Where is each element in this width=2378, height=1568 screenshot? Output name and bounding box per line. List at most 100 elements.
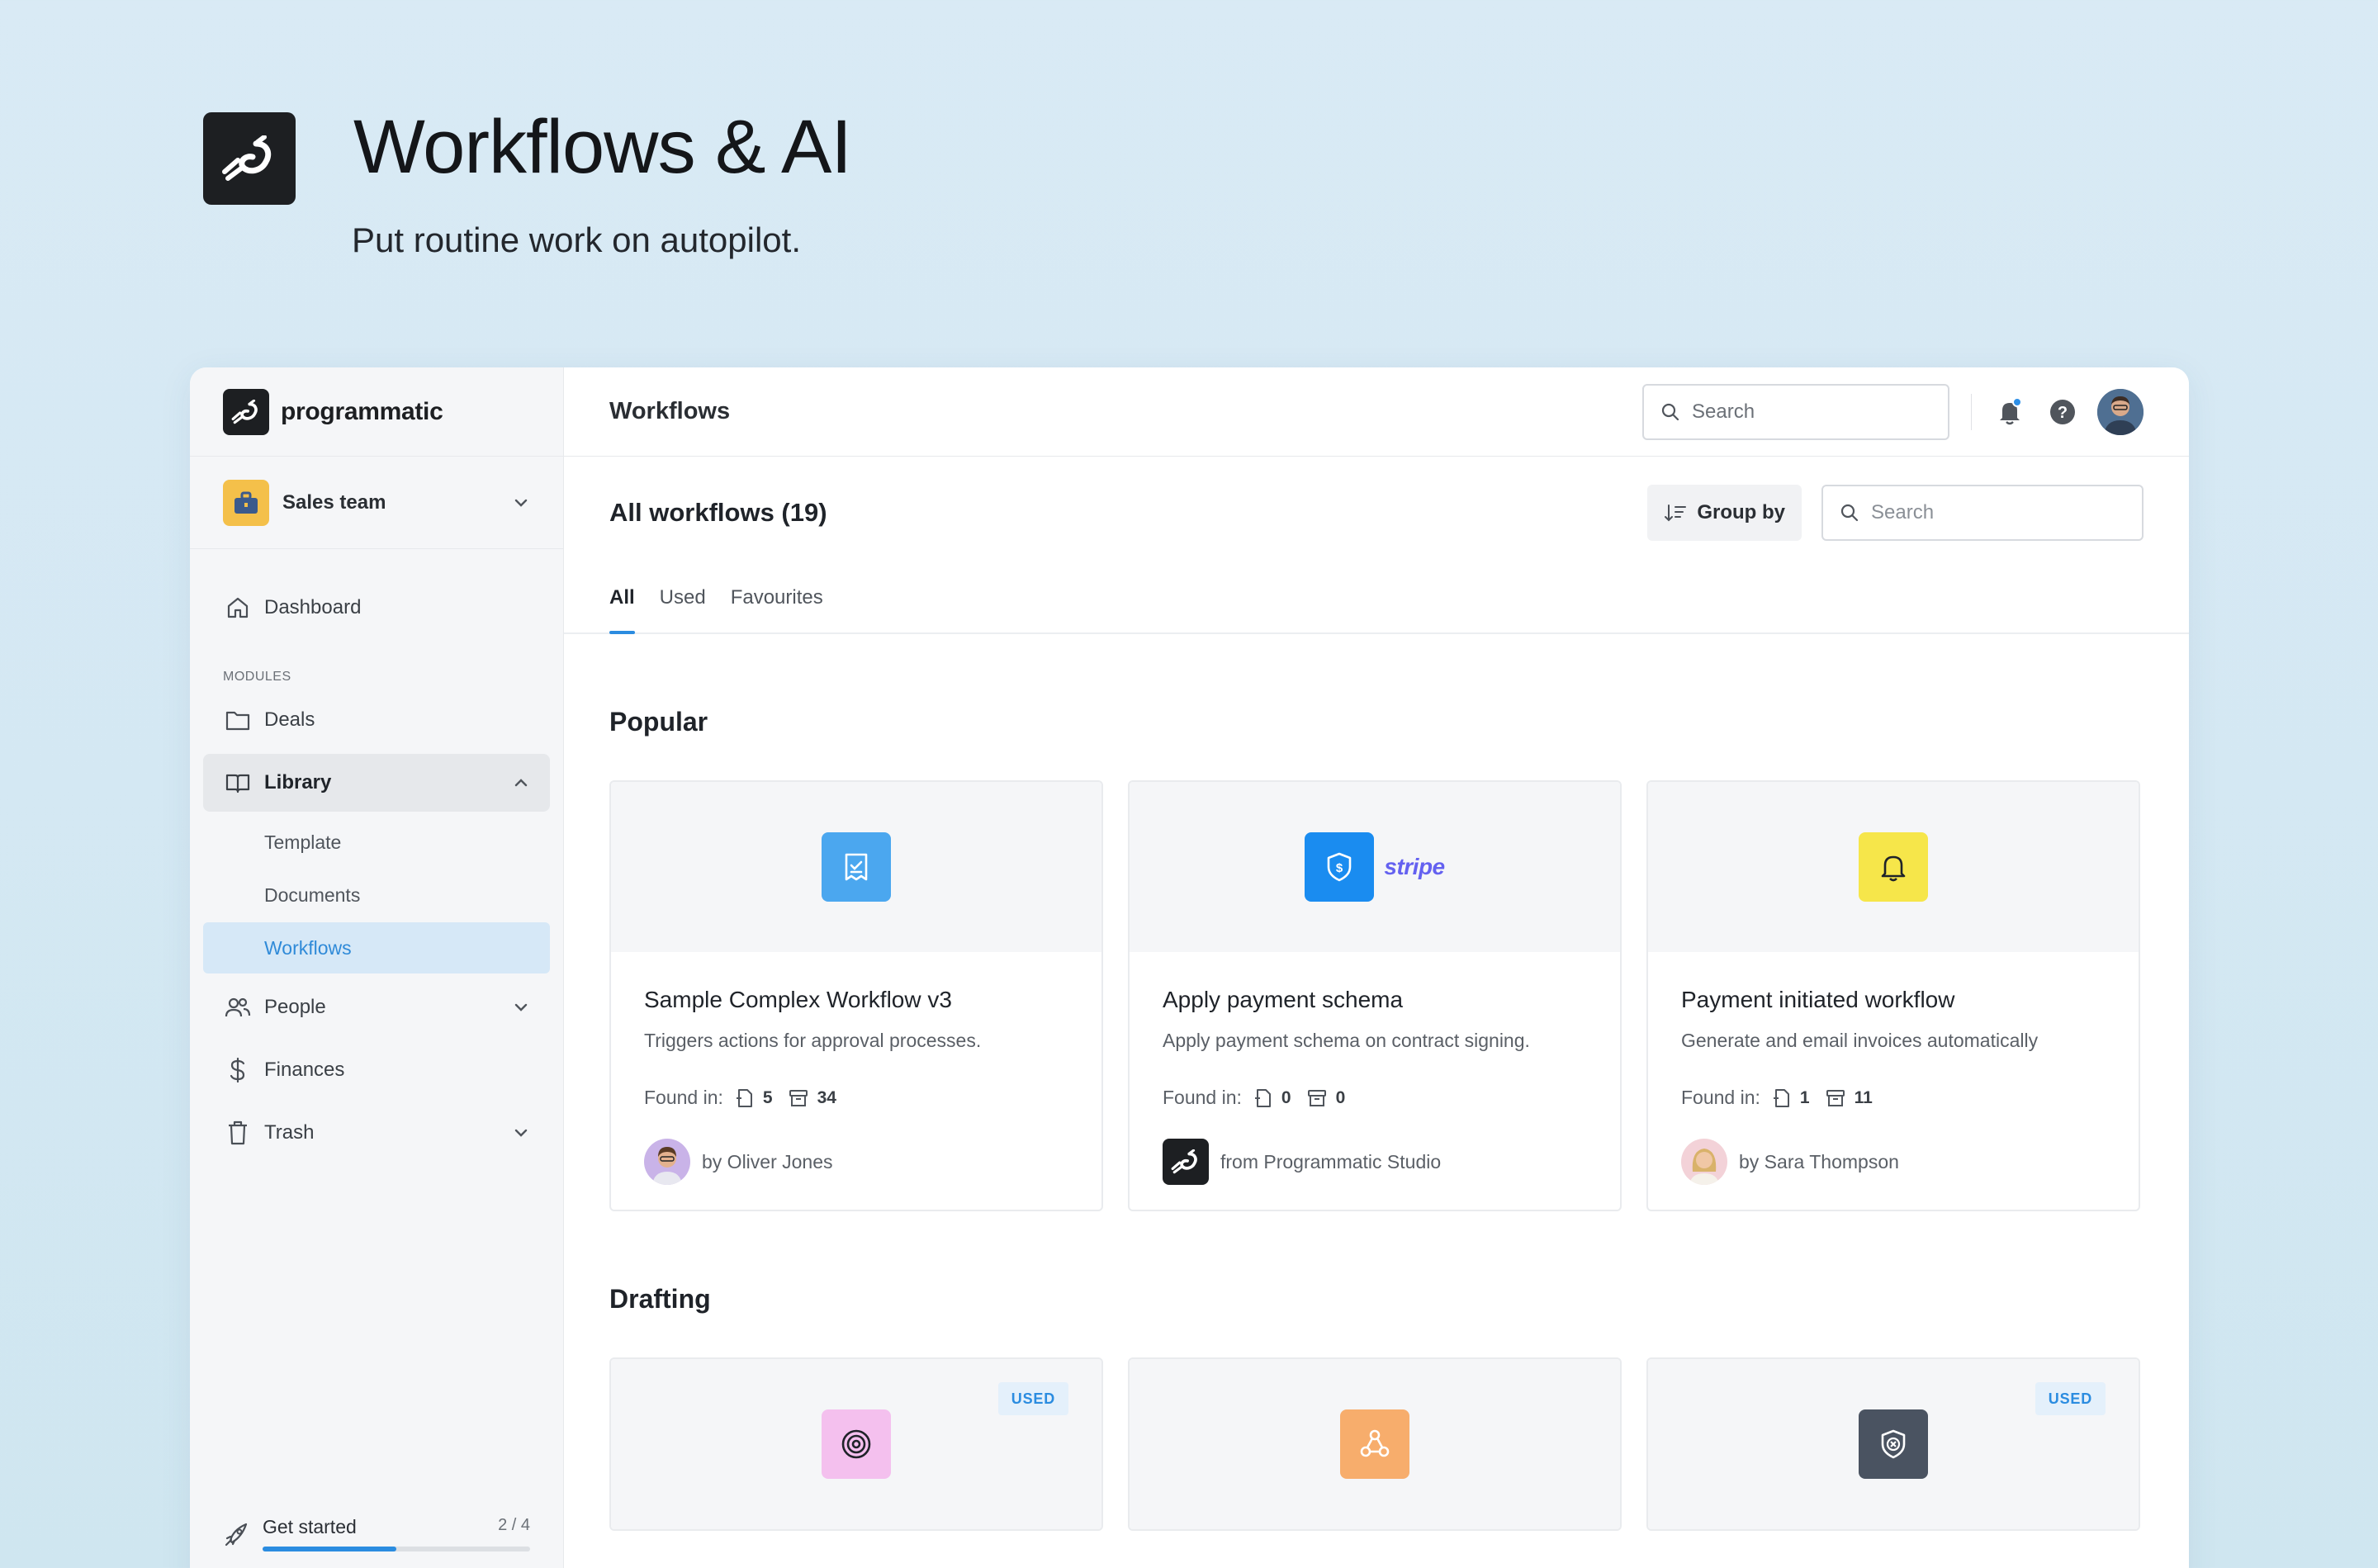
programmatic-logo-icon (1163, 1139, 1209, 1185)
sidebar-item-label: Deals (264, 708, 315, 731)
card-hero (1130, 1359, 1620, 1529)
sidebar-item-deals[interactable]: Deals (203, 691, 550, 749)
sidebar-item-finances[interactable]: Finances (203, 1041, 550, 1099)
workflow-search-placeholder: Search (1871, 500, 1935, 523)
sidebar-item-library[interactable]: Library (203, 754, 550, 812)
document-icon (1254, 1088, 1271, 1107)
get-started-progress[interactable]: Get started 2 / 4 (223, 1516, 530, 1551)
tab-used[interactable]: Used (660, 586, 706, 632)
workflow-card[interactable]: $ stripe Apply payment schema Apply paym… (1128, 780, 1622, 1211)
card-hero: USED (1648, 1359, 2139, 1529)
notification-dot (2012, 396, 2022, 407)
user-avatar[interactable] (2097, 388, 2144, 435)
found-in: Found in: 5 34 (644, 1087, 1068, 1109)
drafting-section-title: Drafting (609, 1284, 711, 1314)
popular-cards: Sample Complex Workflow v3 Triggers acti… (564, 780, 2189, 1211)
workflows-count-title: All workflows (19) (609, 497, 827, 527)
book-open-icon (223, 768, 253, 798)
found-label: Found in: (1681, 1087, 1760, 1108)
documents-count: 0 (1253, 1087, 1291, 1109)
global-search-placeholder: Search (1692, 400, 1755, 423)
target-icon (822, 1409, 891, 1479)
sidebar-item-label: Library (264, 771, 332, 793)
drafting-cards: USED USED (564, 1357, 2189, 1531)
help-icon: ? (2050, 399, 2075, 424)
main-content: Workflows Search ? All workflows (19) Gr… (564, 367, 2189, 1568)
brand[interactable]: programmatic (190, 367, 563, 457)
card-author: from Programmatic Studio (1163, 1139, 1587, 1185)
modules-section-label: MODULES (223, 670, 291, 684)
card-description: Apply payment schema on contract signing… (1163, 1030, 1530, 1051)
found-label: Found in: (644, 1087, 723, 1108)
tab-all[interactable]: All (609, 586, 635, 634)
get-started-bar (263, 1547, 530, 1551)
workflow-search-input[interactable]: Search (1821, 484, 2144, 541)
workflow-card[interactable]: USED (609, 1357, 1103, 1531)
shield-dollar-icon: $ (1305, 832, 1375, 902)
people-icon (223, 992, 253, 1022)
card-hero: USED (611, 1359, 1101, 1529)
brand-logo-icon (223, 388, 269, 435)
card-hero (1648, 782, 2139, 952)
archives-count: 0 (1306, 1088, 1345, 1108)
workflow-card[interactable]: Payment initiated workflow Generate and … (1646, 780, 2140, 1211)
app-window: programmatic Sales team Dashboard MODULE… (190, 367, 2189, 1568)
chevron-up-icon (514, 779, 528, 787)
tab-favourites[interactable]: Favourites (731, 586, 823, 632)
help-button[interactable]: ? (2044, 394, 2081, 430)
avatar (644, 1139, 690, 1185)
dollar-icon (223, 1055, 253, 1085)
list-header: All workflows (19) Group by Search (564, 457, 2189, 568)
sidebar-nav: Dashboard MODULES Deals Library Template… (190, 549, 563, 1162)
author-name: by Sara Thompson (1739, 1150, 1899, 1172)
team-switcher[interactable]: Sales team (190, 457, 563, 549)
card-title: Sample Complex Workflow v3 (644, 987, 952, 1012)
card-title: Payment initiated workflow (1681, 987, 1955, 1012)
svg-text:$: $ (1336, 861, 1343, 875)
brand-name: programmatic (281, 397, 443, 425)
bell-icon (1859, 832, 1928, 902)
programmatic-logo-icon (222, 135, 272, 181)
get-started-count: 2 / 4 (498, 1516, 530, 1534)
used-badge: USED (2035, 1382, 2106, 1415)
chevron-down-icon (514, 1003, 528, 1011)
archive-icon (1826, 1089, 1845, 1106)
global-search-input[interactable]: Search (1642, 383, 1949, 440)
folder-icon (223, 705, 253, 735)
document-icon (736, 1088, 752, 1107)
workflow-card[interactable] (1128, 1357, 1622, 1531)
sidebar-subitem-documents[interactable]: Documents (203, 869, 550, 921)
triangle-nodes-icon (1340, 1409, 1409, 1479)
sidebar-item-people[interactable]: People (203, 978, 550, 1036)
page-title: Workflows (609, 398, 731, 424)
search-icon (1840, 504, 1859, 521)
sidebar-item-label: Trash (264, 1121, 315, 1144)
used-badge: USED (997, 1382, 1068, 1415)
sidebar-item-trash[interactable]: Trash (203, 1104, 550, 1162)
trash-icon (223, 1118, 253, 1148)
receipt-check-icon (822, 832, 891, 902)
workflow-card[interactable]: USED (1646, 1357, 2140, 1531)
card-hero (611, 782, 1101, 952)
chevron-down-icon (514, 1129, 528, 1137)
documents-count: 1 (1772, 1087, 1810, 1109)
briefcase-icon (223, 479, 269, 526)
sidebar-subitem-workflows[interactable]: Workflows (203, 922, 550, 973)
card-author: by Sara Thompson (1681, 1139, 2106, 1185)
sidebar-item-dashboard[interactable]: Dashboard (203, 579, 550, 637)
sort-icon (1664, 503, 1687, 523)
search-icon (1661, 403, 1679, 420)
sidebar-subitem-template[interactable]: Template (203, 817, 550, 868)
document-icon (1773, 1088, 1789, 1107)
avatar (1681, 1139, 1727, 1185)
shield-x-icon (1859, 1409, 1928, 1479)
svg-text:?: ? (2058, 404, 2068, 422)
notifications-button[interactable] (1992, 394, 2028, 430)
card-author: by Oliver Jones (644, 1139, 1068, 1185)
hero-logo (203, 112, 296, 205)
sidebar: programmatic Sales team Dashboard MODULE… (190, 367, 564, 1568)
stripe-logo: stripe (1384, 854, 1445, 879)
workflow-card[interactable]: Sample Complex Workflow v3 Triggers acti… (609, 780, 1103, 1211)
group-by-button[interactable]: Group by (1647, 484, 1802, 541)
home-icon (223, 593, 253, 623)
